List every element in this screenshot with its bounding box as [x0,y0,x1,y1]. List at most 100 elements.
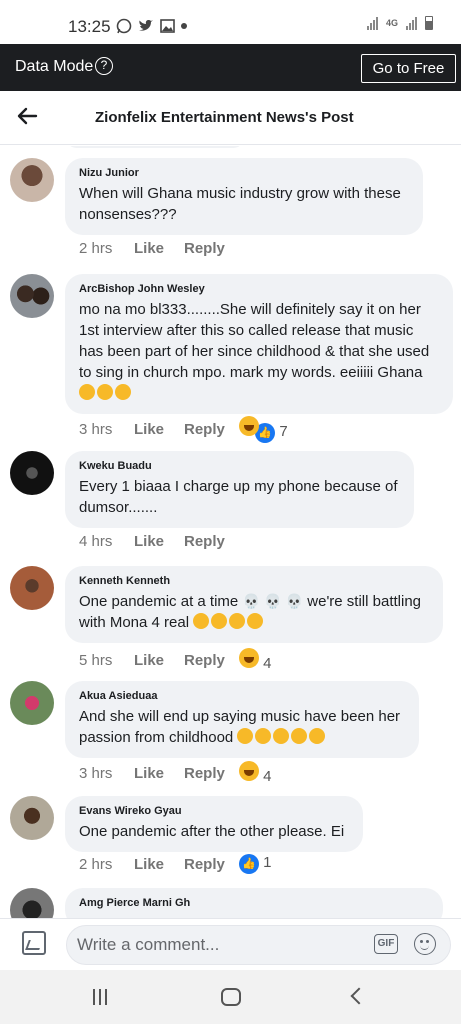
haha-reaction-icon [239,648,259,668]
comment-time[interactable]: 4 hrs [79,533,134,550]
comment-time[interactable]: 3 hrs [79,765,134,782]
comment-actions: 3 hrs Like Reply 👍 7 [79,416,288,443]
emoji-laughing-icon [211,613,228,629]
comment-time[interactable]: 3 hrs [79,421,134,438]
comment-actions: 5 hrs Like Reply 4 [79,648,272,672]
emoji-rofl-icon [255,728,272,744]
reaction-count: 4 [263,768,272,785]
skull-emoji-icon: 💀 [285,593,304,609]
avatar[interactable] [10,888,54,918]
reaction-count: 7 [279,423,288,440]
comment-author[interactable]: Kweku Buadu [79,460,400,472]
avatar[interactable] [10,274,54,318]
reply-button[interactable]: Reply [184,856,239,873]
comment-text: When will Ghana music industry grow with… [79,185,405,223]
comment-author[interactable]: Kenneth Kenneth [79,575,429,587]
comment-bubble[interactable]: Evans Wireko Gyau One pandemic after the… [65,796,363,852]
comments-list[interactable]: Nizu Junior When will Ghana music indust… [0,146,461,918]
comment-text: with Mona 4 real [79,614,190,631]
comment-author[interactable]: Evans Wireko Gyau [79,805,349,817]
emoji-laughing-icon [247,613,264,629]
emoji-rofl-icon [273,728,290,744]
system-nav-bar [0,970,461,1024]
notification-icons [116,18,187,34]
gallery-icon [160,19,175,33]
emoji-rofl-icon [309,728,326,744]
comment-bubble[interactable]: Akua Asieduaa And she will end up saying… [65,681,419,758]
photo-icon[interactable] [22,931,46,955]
comment-time[interactable]: 2 hrs [79,856,134,873]
reactions-summary[interactable]: 👍 7 [239,416,288,443]
nav-recents-icon[interactable] [93,989,111,1005]
comment-bubble[interactable]: Kenneth Kenneth One pandemic at a time 💀… [65,566,443,643]
nav-home-icon[interactable] [221,988,241,1006]
avatar[interactable] [10,158,54,202]
comment-text: mo na mo bl333........She will definitel… [79,301,434,381]
signal-icon [366,16,378,30]
comment-time[interactable]: 5 hrs [79,652,134,669]
comment-actions: 2 hrs Like Reply 👍 1 [79,854,272,874]
comment-text: Every 1 biaaa I charge up my phone becau… [79,478,402,516]
reactions-summary[interactable]: 4 [239,648,272,672]
comment-text: One pandemic at a time [79,593,239,610]
comment-author[interactable]: Akua Asieduaa [79,690,405,702]
nav-back-icon[interactable] [350,987,368,1005]
like-button[interactable]: Like [134,240,184,257]
emoji-laughing-icon [229,613,246,629]
avatar[interactable] [10,566,54,610]
like-button[interactable]: Like [134,765,184,782]
reactions-summary[interactable]: 👍 1 [239,854,272,874]
avatar[interactable] [10,796,54,840]
comment-bubble[interactable]: Amg Pierce Marni Gh [65,888,443,918]
reply-button[interactable]: Reply [184,421,239,438]
emoji-unamused-icon [79,384,95,400]
emoji-icon[interactable] [414,933,436,955]
reaction-count: 1 [263,854,272,871]
comment-body: One pandemic at a time 💀 💀 💀 we're still… [79,591,429,633]
like-reaction-icon: 👍 [239,854,259,874]
help-icon[interactable]: ? [95,57,113,75]
whatsapp-icon [116,18,132,34]
comment-text: One pandemic after the other please. Ei [79,823,345,840]
avatar[interactable] [10,451,54,495]
emoji-rofl-icon [237,728,254,744]
haha-reaction-icon [239,416,259,436]
avatar[interactable] [10,681,54,725]
twitter-icon [139,20,153,31]
comment-actions: 3 hrs Like Reply 4 [79,761,272,785]
reply-button[interactable]: Reply [184,533,239,550]
skull-emoji-icon: 💀 [264,593,282,609]
go-to-free-button[interactable]: Go to Free [361,54,456,83]
haha-reaction-icon [239,761,259,781]
status-time: 13:25 [68,17,111,36]
comment-bubble[interactable]: Kweku Buadu Every 1 biaaa I charge up my… [65,451,414,528]
back-arrow-icon[interactable] [16,105,38,127]
status-bar: 13:25 4G [0,0,461,44]
emoji-laughing-icon [193,613,210,629]
reply-button[interactable]: Reply [184,240,239,257]
comment-author[interactable]: Amg Pierce Marni Gh [79,897,429,909]
comment-time[interactable]: 2 hrs [79,240,134,257]
comment-bubble[interactable]: ArcBishop John Wesley mo na mo bl333....… [65,274,453,414]
page-title: Zionfelix Entertainment News's Post [95,109,354,126]
comment-author[interactable]: ArcBishop John Wesley [79,283,439,295]
system-status: 4G [366,16,433,30]
post-header: Zionfelix Entertainment News's Post [0,91,461,145]
gif-icon[interactable]: GIF [374,934,398,954]
emoji-rolling-eyes-icon [97,384,113,400]
battery-icon [425,16,433,30]
data-mode-label: Data Mode [15,58,94,75]
comment-bubble[interactable]: Nizu Junior When will Ghana music indust… [65,158,423,235]
like-button[interactable]: Like [134,652,184,669]
reply-button[interactable]: Reply [184,652,239,669]
emoji-relieved-icon [115,384,131,400]
previous-comment-edge [65,146,245,148]
reply-button[interactable]: Reply [184,765,239,782]
like-button[interactable]: Like [134,533,184,550]
like-button[interactable]: Like [134,856,184,873]
like-button[interactable]: Like [134,421,184,438]
comment-text: we're still battling [307,593,422,610]
reactions-summary[interactable]: 4 [239,761,272,785]
comment-author[interactable]: Nizu Junior [79,167,409,179]
comment-body: mo na mo bl333........She will definitel… [79,299,439,404]
